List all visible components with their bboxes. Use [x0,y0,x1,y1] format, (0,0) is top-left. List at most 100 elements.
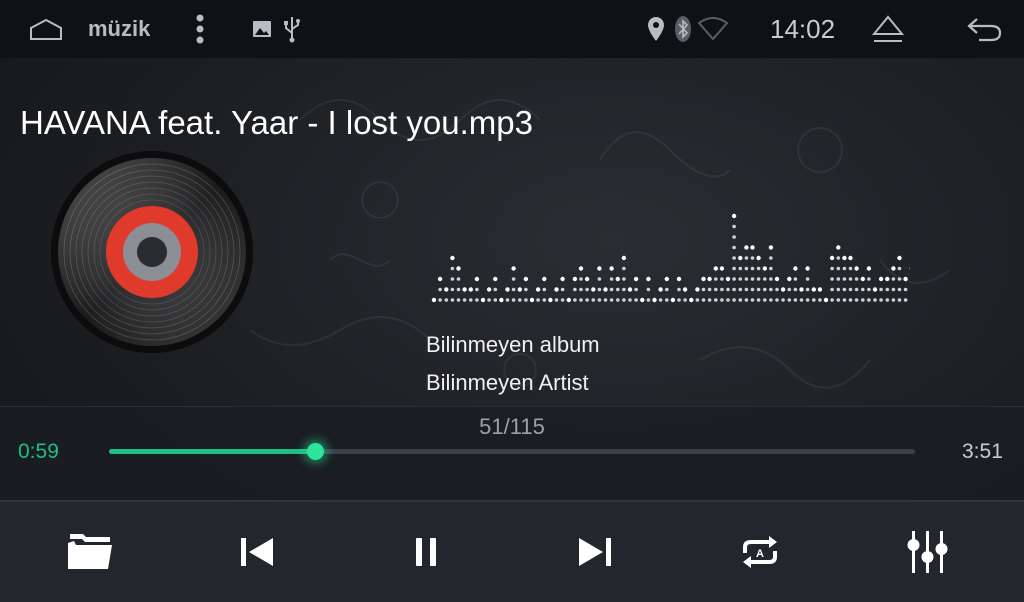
visualizer-dot [543,288,547,292]
repeat-all-icon[interactable]: A [728,524,792,580]
eject-icon[interactable] [868,12,908,46]
visualizer-dot [652,298,656,302]
visualizer-dot [634,298,638,302]
visualizer-dot [714,266,718,270]
equalizer-icon[interactable] [896,524,960,580]
visualizer-dot [530,298,534,302]
visualizer-dot [745,277,749,281]
visualizer-dot [494,298,498,302]
visualizer-dot [805,266,809,270]
visualizer-dot [861,288,865,292]
visualizer-dot [555,298,559,302]
visualizer-dot [788,288,792,292]
visualizer-dot [451,267,455,271]
visualizer-dot [763,277,767,281]
visualizer-dot [738,256,742,260]
visualizer-dot [573,277,577,281]
visualizer-dot [788,298,792,302]
visualizer-dot [739,288,743,292]
seek-handle[interactable] [307,443,324,460]
visualizer-dot [622,288,626,292]
elapsed-time: 0:59 [18,440,59,464]
next-icon[interactable] [562,524,626,580]
image-icon [250,17,274,41]
visualizer-dot [628,287,632,291]
previous-icon[interactable] [226,524,290,580]
visualizer-dot [671,298,675,302]
home-icon[interactable] [24,14,68,44]
visualizer-dot [536,287,540,291]
visualizer-dot [432,298,436,302]
visualizer-dot [658,287,662,291]
visualizer-dot [806,288,810,292]
visualizer-dot [904,298,908,302]
visualizer-dot [469,287,473,291]
usb-icon [280,14,304,44]
visualizer-dot [457,277,461,281]
seek-bar[interactable] [109,449,915,454]
visualizer-dot [714,277,718,281]
visualizer-dot [842,256,846,260]
playback-controls: A [0,500,1024,602]
visualizer-dot [524,277,528,281]
visualizer-dot [457,298,461,302]
album-name: Bilinmeyen album [426,332,600,358]
visualizer-dot [720,288,724,292]
visualizer-dot [524,288,528,292]
visualizer-dot [732,256,736,260]
more-vert-icon[interactable] [188,12,212,46]
visualizer-dot [640,298,644,302]
visualizer-dot [757,288,761,292]
total-duration: 3:51 [962,440,1003,464]
folder-icon[interactable] [58,524,122,580]
audio-visualizer [420,190,910,310]
visualizer-dot [751,277,755,281]
visualizer-dot [714,298,718,302]
back-icon[interactable] [962,14,1006,44]
visualizer-dot [634,288,638,292]
visualizer-dot [775,298,779,302]
visualizer-dot [837,277,841,281]
visualizer-dot [879,277,883,281]
visualizer-dot [793,266,797,270]
visualizer-dot [848,256,852,260]
visualizer-dot [707,277,711,281]
visualizer-dot [830,298,834,302]
visualizer-dot [781,298,785,302]
visualizer-dot [837,267,841,271]
visualizer-dot [873,287,877,291]
visualizer-dot [849,288,853,292]
visualizer-dot [462,287,466,291]
visualizer-dot [751,267,755,271]
visualizer-dot [647,298,651,302]
visualizer-dot [855,288,859,292]
visualizer-dot [781,287,785,291]
visualizer-dot [837,298,841,302]
visualizer-dot [732,298,736,302]
visualizer-dot [610,298,614,302]
visualizer-dot [837,288,841,292]
visualizer-dot [683,287,687,291]
visualizer-dot [800,298,804,302]
visualizer-dot [475,277,479,281]
visualizer-dot [512,277,516,281]
pause-icon[interactable] [394,524,458,580]
visualizer-dot [836,245,840,249]
visualizer-dot [702,298,706,302]
visualizer-dot [843,298,847,302]
visualizer-dot [512,288,516,292]
visualizer-dot [787,277,791,281]
visualizer-dot [726,298,730,302]
visualizer-dot [794,298,798,302]
visualizer-dot [769,267,773,271]
visualizer-dot [597,266,601,270]
visualizer-dot [463,298,467,302]
visualizer-dot [561,298,565,302]
visualizer-dot [843,267,847,271]
visualizer-dot [898,277,902,281]
visualizer-dot [732,246,736,250]
visualizer-dot [775,277,779,281]
track-title: HAVANA feat. Yaar - I lost you.mp3 [20,104,533,142]
visualizer-dot [898,288,902,292]
visualizer-dot [456,266,460,270]
